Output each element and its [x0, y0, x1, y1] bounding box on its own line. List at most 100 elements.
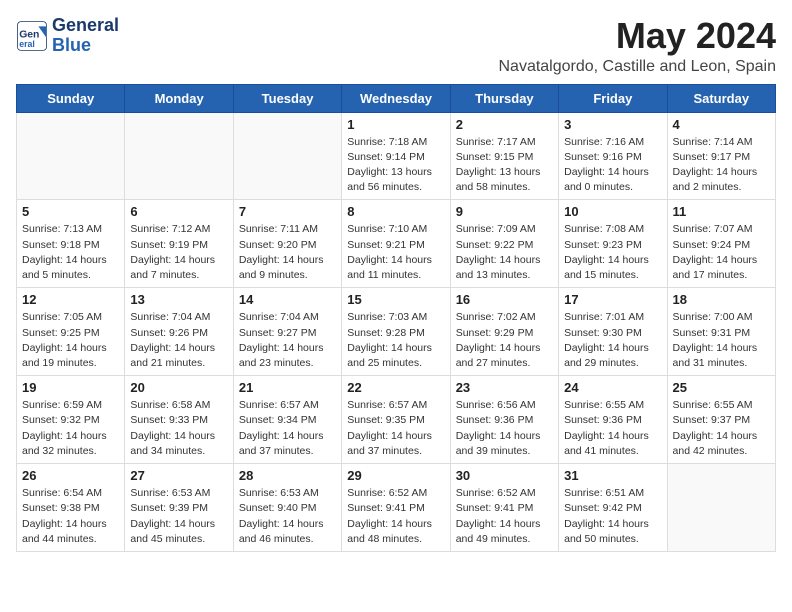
calendar-cell: 7 Sunrise: 7:11 AM Sunset: 9:20 PM Daylig…: [233, 200, 341, 288]
calendar-cell: 21Sunrise: 6:57 AM Sunset: 9:34 PM Dayli…: [233, 376, 341, 464]
day-info: Sunrise: 7:17 AM Sunset: 9:15 PM Dayligh…: [456, 135, 553, 196]
calendar-cell: 31 Sunrise: 6:51 AM Sunset: 9:42 PM Dayli…: [559, 464, 667, 552]
calendar-cell: 16 Sunrise: 7:02 AM Sunset: 9:29 PM Dayli…: [450, 288, 558, 376]
day-number: 18: [673, 292, 770, 307]
day-info: Sunrise: 7:08 AM Sunset: 9:23 PM Dayligh…: [564, 222, 661, 283]
day-number: 12: [22, 292, 119, 307]
calendar-cell: 2 Sunrise: 7:17 AM Sunset: 9:15 PM Daylig…: [450, 112, 558, 200]
weekday-header-tuesday: Tuesday: [233, 84, 341, 112]
day-info: Sunrise: 6:56 AM Sunset: 9:36 PM Dayligh…: [456, 398, 553, 459]
day-number: 31: [564, 468, 661, 483]
calendar-cell: 26 Sunrise: 6:54 AM Sunset: 9:38 PM Dayli…: [17, 464, 125, 552]
day-number: 8: [347, 204, 444, 219]
day-number: 30: [456, 468, 553, 483]
calendar-cell: 11 Sunrise: 7:07 AM Sunset: 9:24 PM Dayli…: [667, 200, 775, 288]
week-row-1: 1 Sunrise: 7:18 AM Sunset: 9:14 PM Daylig…: [17, 112, 776, 200]
calendar-cell: [233, 112, 341, 200]
calendar-cell: 12 Sunrise: 7:05 AM Sunset: 9:25 PM Dayli…: [17, 288, 125, 376]
day-info: Sunrise: 6:53 AM Sunset: 9:40 PM Dayligh…: [239, 486, 336, 547]
calendar-cell: 1 Sunrise: 7:18 AM Sunset: 9:14 PM Daylig…: [342, 112, 450, 200]
week-row-3: 12 Sunrise: 7:05 AM Sunset: 9:25 PM Dayli…: [17, 288, 776, 376]
day-info: Sunrise: 6:58 AM Sunset: 9:33 PM Dayligh…: [130, 398, 227, 459]
logo-text: General Blue: [52, 16, 119, 56]
day-number: 5: [22, 204, 119, 219]
day-number: 26: [22, 468, 119, 483]
week-row-4: 19 Sunrise: 6:59 AM Sunset: 9:32 PM Dayli…: [17, 376, 776, 464]
calendar-table: SundayMondayTuesdayWednesdayThursdayFrid…: [16, 84, 776, 552]
day-info: Sunrise: 7:04 AM Sunset: 9:27 PM Dayligh…: [239, 310, 336, 371]
day-info: Sunrise: 7:18 AM Sunset: 9:14 PM Dayligh…: [347, 135, 444, 196]
day-info: Sunrise: 6:55 AM Sunset: 9:36 PM Dayligh…: [564, 398, 661, 459]
day-number: 27: [130, 468, 227, 483]
calendar-cell: 10 Sunrise: 7:08 AM Sunset: 9:23 PM Dayli…: [559, 200, 667, 288]
day-number: 3: [564, 117, 661, 132]
week-row-5: 26 Sunrise: 6:54 AM Sunset: 9:38 PM Dayli…: [17, 464, 776, 552]
day-info: Sunrise: 6:52 AM Sunset: 9:41 PM Dayligh…: [456, 486, 553, 547]
weekday-header-row: SundayMondayTuesdayWednesdayThursdayFrid…: [17, 84, 776, 112]
calendar-cell: 4Sunrise: 7:14 AM Sunset: 9:17 PM Daylig…: [667, 112, 775, 200]
calendar-cell: 18Sunrise: 7:00 AM Sunset: 9:31 PM Dayli…: [667, 288, 775, 376]
day-info: Sunrise: 7:01 AM Sunset: 9:30 PM Dayligh…: [564, 310, 661, 371]
calendar-cell: [125, 112, 233, 200]
calendar-cell: [17, 112, 125, 200]
day-info: Sunrise: 6:59 AM Sunset: 9:32 PM Dayligh…: [22, 398, 119, 459]
day-number: 14: [239, 292, 336, 307]
weekday-header-sunday: Sunday: [17, 84, 125, 112]
calendar-cell: 30 Sunrise: 6:52 AM Sunset: 9:41 PM Dayli…: [450, 464, 558, 552]
day-number: 7: [239, 204, 336, 219]
week-row-2: 5Sunrise: 7:13 AM Sunset: 9:18 PM Daylig…: [17, 200, 776, 288]
day-number: 6: [130, 204, 227, 219]
svg-text:eral: eral: [19, 39, 35, 49]
day-number: 28: [239, 468, 336, 483]
title-block: May 2024 Navatalgordo, Castille and Leon…: [498, 16, 776, 76]
day-number: 9: [456, 204, 553, 219]
day-info: Sunrise: 6:54 AM Sunset: 9:38 PM Dayligh…: [22, 486, 119, 547]
day-number: 19: [22, 380, 119, 395]
day-info: Sunrise: 6:57 AM Sunset: 9:35 PM Dayligh…: [347, 398, 444, 459]
day-info: Sunrise: 7:02 AM Sunset: 9:29 PM Dayligh…: [456, 310, 553, 371]
calendar-cell: 3Sunrise: 7:16 AM Sunset: 9:16 PM Daylig…: [559, 112, 667, 200]
day-info: Sunrise: 7:11 AM Sunset: 9:20 PM Dayligh…: [239, 222, 336, 283]
calendar-cell: 29 Sunrise: 6:52 AM Sunset: 9:41 PM Dayli…: [342, 464, 450, 552]
weekday-header-saturday: Saturday: [667, 84, 775, 112]
day-info: Sunrise: 6:52 AM Sunset: 9:41 PM Dayligh…: [347, 486, 444, 547]
day-number: 22: [347, 380, 444, 395]
day-number: 16: [456, 292, 553, 307]
day-number: 23: [456, 380, 553, 395]
day-info: Sunrise: 7:07 AM Sunset: 9:24 PM Dayligh…: [673, 222, 770, 283]
day-number: 10: [564, 204, 661, 219]
day-info: Sunrise: 7:05 AM Sunset: 9:25 PM Dayligh…: [22, 310, 119, 371]
calendar-cell: 17Sunrise: 7:01 AM Sunset: 9:30 PM Dayli…: [559, 288, 667, 376]
calendar-cell: 5Sunrise: 7:13 AM Sunset: 9:18 PM Daylig…: [17, 200, 125, 288]
calendar-cell: 22 Sunrise: 6:57 AM Sunset: 9:35 PM Dayli…: [342, 376, 450, 464]
day-number: 29: [347, 468, 444, 483]
day-number: 1: [347, 117, 444, 132]
day-number: 11: [673, 204, 770, 219]
day-info: Sunrise: 6:53 AM Sunset: 9:39 PM Dayligh…: [130, 486, 227, 547]
calendar-cell: 19 Sunrise: 6:59 AM Sunset: 9:32 PM Dayli…: [17, 376, 125, 464]
day-info: Sunrise: 7:03 AM Sunset: 9:28 PM Dayligh…: [347, 310, 444, 371]
month-title: May 2024: [498, 16, 776, 56]
logo: Gen eral General Blue: [16, 16, 119, 56]
weekday-header-monday: Monday: [125, 84, 233, 112]
day-number: 2: [456, 117, 553, 132]
day-number: 13: [130, 292, 227, 307]
calendar-cell: 15 Sunrise: 7:03 AM Sunset: 9:28 PM Dayli…: [342, 288, 450, 376]
day-info: Sunrise: 7:04 AM Sunset: 9:26 PM Dayligh…: [130, 310, 227, 371]
day-number: 15: [347, 292, 444, 307]
day-info: Sunrise: 6:55 AM Sunset: 9:37 PM Dayligh…: [673, 398, 770, 459]
calendar-cell: 20Sunrise: 6:58 AM Sunset: 9:33 PM Dayli…: [125, 376, 233, 464]
day-number: 24: [564, 380, 661, 395]
day-info: Sunrise: 7:12 AM Sunset: 9:19 PM Dayligh…: [130, 222, 227, 283]
calendar-cell: [667, 464, 775, 552]
calendar-cell: 9Sunrise: 7:09 AM Sunset: 9:22 PM Daylig…: [450, 200, 558, 288]
weekday-header-wednesday: Wednesday: [342, 84, 450, 112]
calendar-cell: 27 Sunrise: 6:53 AM Sunset: 9:39 PM Dayli…: [125, 464, 233, 552]
calendar-cell: 24 Sunrise: 6:55 AM Sunset: 9:36 PM Dayli…: [559, 376, 667, 464]
day-info: Sunrise: 7:10 AM Sunset: 9:21 PM Dayligh…: [347, 222, 444, 283]
day-info: Sunrise: 6:51 AM Sunset: 9:42 PM Dayligh…: [564, 486, 661, 547]
calendar-cell: 6 Sunrise: 7:12 AM Sunset: 9:19 PM Daylig…: [125, 200, 233, 288]
calendar-cell: 13 Sunrise: 7:04 AM Sunset: 9:26 PM Dayli…: [125, 288, 233, 376]
page-header: Gen eral General Blue May 2024 Navatalgo…: [16, 16, 776, 76]
day-number: 25: [673, 380, 770, 395]
